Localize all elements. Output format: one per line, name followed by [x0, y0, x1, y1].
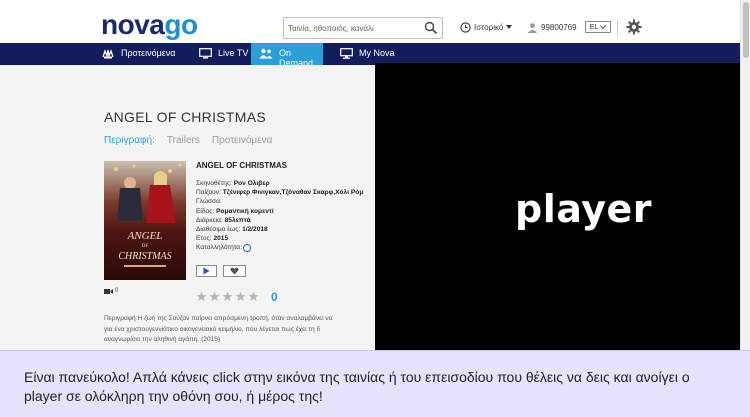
- poster-title-angel: ANGEL: [127, 230, 163, 242]
- nav-label-live-tv: Live TV: [218, 48, 249, 58]
- video-player[interactable]: player: [375, 63, 740, 350]
- cast-label: Παίζουν:: [196, 189, 221, 197]
- eye-hand-icon: [102, 49, 114, 59]
- language-value: EL: [589, 23, 599, 31]
- monitor-icon: [340, 48, 353, 59]
- people-icon: [259, 48, 273, 59]
- cast-value: Τζένιφερ Φινιγκαν,Τζόναθαν Σκαρφ,Χόλι Ρό…: [222, 189, 364, 197]
- duration-value: 85λεπτά: [224, 216, 251, 224]
- history-label: Ιστορικό: [474, 22, 504, 32]
- novago-logo[interactable]: novago: [101, 8, 198, 42]
- description-line: Περιγραφή:Η ζωή της Σούζαν παίρνει απρόσ…: [104, 315, 333, 322]
- available-value: 1/2/2018: [242, 226, 268, 234]
- app-window: novago Ιστορικό 99800769 EL: [0, 0, 750, 417]
- duration-label: Διάρκεια:: [196, 216, 223, 224]
- tab-recommended[interactable]: Προτεινόμενα: [212, 135, 273, 146]
- header-divider: [617, 19, 618, 35]
- nav-label-my-nova: My Nova: [359, 48, 395, 58]
- play-icon: [203, 267, 210, 275]
- available-label: Διαθέσιμο έως:: [196, 226, 241, 234]
- heart-icon: [230, 267, 239, 275]
- user-id: 99800769: [541, 22, 577, 32]
- poster-title-of: OF: [142, 244, 149, 249]
- info-duration: Διάρκεια: 85λεπτά: [196, 216, 363, 225]
- caption-banner: Είναι πανεύκολο! Απλά κάνεις click στην …: [0, 350, 750, 417]
- nav-item-live-tv[interactable]: Live TV: [199, 43, 250, 65]
- info-title: ANGEL OF CHRISTMAS: [196, 161, 287, 170]
- scrollbar-thumb[interactable]: [743, 2, 749, 58]
- player-label: player: [515, 187, 652, 231]
- language-label: Γλώσσα:: [196, 198, 222, 206]
- star-icon[interactable]: [248, 291, 259, 302]
- rating-label: Καταλληλότητα:: [196, 244, 242, 252]
- user-account[interactable]: 99800769: [527, 20, 577, 34]
- main-nav: Προτεινόμενα Live TV On Demand My Nova: [0, 43, 740, 68]
- rating-count: 0: [271, 290, 278, 304]
- star-icon[interactable]: [222, 291, 233, 302]
- play-button[interactable]: [196, 265, 217, 277]
- clock-icon: [460, 21, 471, 33]
- nav-item-on-demand[interactable]: On Demand: [251, 43, 323, 68]
- movie-description: Περιγραφή:Η ζωή της Σούζαν παίρνει απρόσ…: [104, 314, 375, 346]
- movie-details: ANGEL OF CHRISTMAS Περιγραφή: Trailers Π…: [0, 65, 375, 350]
- genre-value: Ρομαντική κομεντί: [216, 207, 274, 215]
- user-icon: [527, 22, 538, 33]
- caret-down-icon: [506, 25, 513, 29]
- detail-tabs: Περιγραφή: Trailers Προτεινόμενα: [104, 135, 272, 146]
- star-icon[interactable]: [235, 291, 246, 302]
- nav-item-recommended[interactable]: Προτεινόμενα: [101, 43, 175, 65]
- info-cast: Παίζουν: Τζένιφερ Φινιγκαν,Τζόναθαν Σκαρ…: [196, 188, 363, 197]
- site-header: novago Ιστορικό 99800769 EL: [0, 0, 750, 43]
- gear-icon[interactable]: [626, 19, 642, 35]
- video-count: 0: [104, 286, 118, 296]
- nav-label-recommended: Προτεινόμενα: [121, 48, 176, 58]
- tab-trailers[interactable]: Trailers: [167, 135, 200, 146]
- vertical-scrollbar[interactable]: [740, 0, 750, 350]
- tab-description[interactable]: Περιγραφή:: [104, 135, 155, 146]
- director-value: Ρον Ολιβερ: [233, 180, 270, 187]
- nav-item-my-nova[interactable]: My Nova: [340, 43, 395, 65]
- chevron-down-icon: [600, 25, 607, 29]
- description-line: για ένα χριστουγεννιάτικο οικογενειακό κ…: [104, 325, 321, 333]
- rating-circle-icon: [242, 243, 251, 252]
- genre-label: Είδος:: [196, 207, 215, 215]
- info-year: Ετος: 2015: [196, 234, 363, 243]
- history-menu[interactable]: Ιστορικό: [460, 20, 513, 34]
- video-count-value: 0: [115, 288, 119, 294]
- search-box: [283, 17, 443, 39]
- year-label: Ετος:: [196, 235, 212, 243]
- star-rating[interactable]: [196, 291, 259, 302]
- video-camera-icon: [104, 288, 113, 294]
- star-icon[interactable]: [209, 291, 220, 302]
- logo-part-nova: nova: [101, 9, 165, 40]
- movie-info: Σκηνοθέτης: Ρον Ολιβερ Παίζουν: Τζένιφερ…: [196, 179, 363, 253]
- search-icon[interactable]: [424, 21, 438, 35]
- favorite-button[interactable]: [223, 265, 246, 277]
- caption-text: Είναι πανεύκολο! Απλά κάνεις click στην …: [24, 369, 690, 404]
- logo-part-go: go: [164, 9, 198, 40]
- year-value: 2015: [213, 235, 229, 243]
- info-director: Σκηνοθέτης: Ρον Ολιβερ: [196, 179, 363, 188]
- director-label: Σκηνοθέτης:: [196, 180, 232, 187]
- search-input[interactable]: [288, 21, 418, 36]
- info-rating: Καταλληλότητα:: [196, 243, 363, 252]
- info-language: Γλώσσα:: [196, 197, 363, 206]
- tv-icon: [199, 48, 212, 59]
- star-icon[interactable]: [196, 291, 207, 302]
- language-select[interactable]: EL: [585, 21, 611, 33]
- page-title: ANGEL OF CHRISTMAS: [104, 109, 267, 125]
- info-available: Διαθέσιμο έως: 1/2/2018: [196, 225, 363, 234]
- movie-poster[interactable]: ANGEL OF CHRISTMAS: [104, 161, 186, 280]
- poster-title-christmas: CHRISTMAS: [118, 251, 171, 262]
- info-genre: Είδος: Ρομαντική κομεντί: [196, 207, 363, 216]
- description-line: αναγνωρίσει την αληθινή αγάπη. (2015): [104, 336, 221, 343]
- poster-artwork: ANGEL OF CHRISTMAS: [104, 161, 186, 280]
